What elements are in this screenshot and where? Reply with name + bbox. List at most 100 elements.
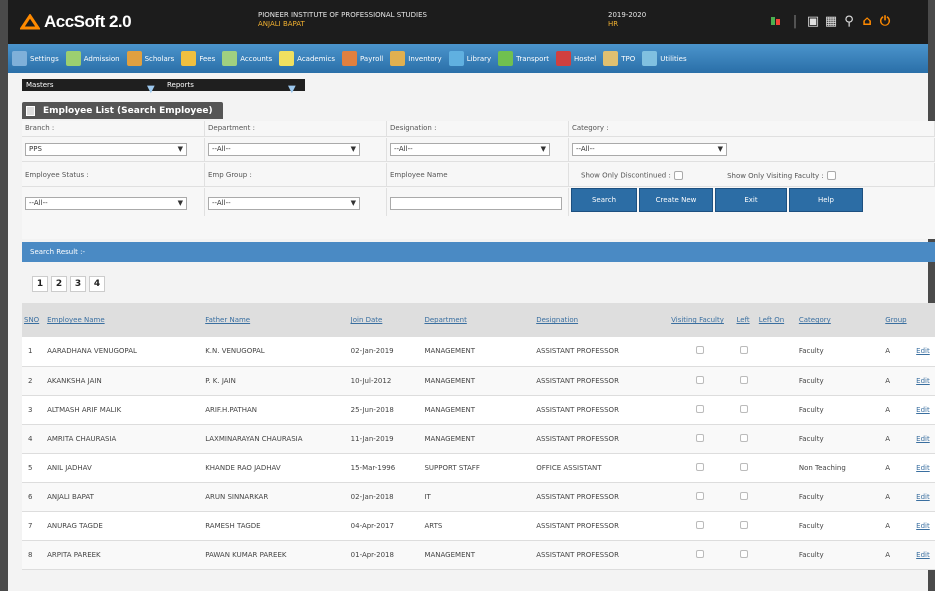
page-link-4[interactable]: 4 xyxy=(89,276,105,292)
cell-category-text: Faculty xyxy=(798,492,824,501)
col-group[interactable]: Group xyxy=(881,303,913,337)
col-designation[interactable]: Designation xyxy=(532,303,668,337)
col-category[interactable]: Category xyxy=(794,303,882,337)
left-checkbox[interactable] xyxy=(739,462,748,471)
menu-item-scholars[interactable]: Scholars xyxy=(126,51,174,66)
edit-link-text[interactable]: Edit xyxy=(916,377,930,385)
institute-name: PIONEER INSTITUTE OF PROFESSIONAL STUDIE… xyxy=(258,11,427,19)
col-father-name[interactable]: Father Name xyxy=(201,303,347,337)
page-link-2[interactable]: 2 xyxy=(51,276,67,292)
col-join-date[interactable]: Join Date xyxy=(346,303,421,337)
left-checkbox[interactable] xyxy=(739,520,748,529)
search-button[interactable]: Search xyxy=(571,188,637,212)
visiting-checkbox[interactable] xyxy=(695,346,704,355)
edit-link-text[interactable]: Edit xyxy=(916,522,930,530)
visiting-checkbox[interactable] xyxy=(695,462,704,471)
designation-select[interactable]: --All-- ▼ xyxy=(390,143,550,156)
menu-masters[interactable]: Masters ▼ xyxy=(22,81,163,95)
cell-sno-text: 4 xyxy=(28,434,33,443)
table-row: 5 ANIL JADHAV KHANDE RAO JADHAV 15-Mar-1996… xyxy=(22,453,935,483)
left-checkbox[interactable] xyxy=(739,346,748,355)
power-icon[interactable]: ⏻ xyxy=(878,14,892,29)
employee-name-input[interactable] xyxy=(390,197,562,210)
accounts-icon xyxy=(222,51,238,66)
cell-employee-name: ANJALI BAPAT xyxy=(43,482,202,512)
cell-group-text: A xyxy=(885,550,891,559)
edit-link-text[interactable]: Edit xyxy=(916,435,930,443)
menu-item-admission[interactable]: Admission xyxy=(65,51,120,66)
table-row: 6 ANJALI BAPAT ARUN SINNARKAR 02-Jan-2018 IT… xyxy=(22,482,935,512)
visiting-checkbox[interactable] xyxy=(695,491,704,500)
visiting-checkbox[interactable] xyxy=(695,549,704,558)
visiting-checkbox[interactable] xyxy=(826,171,836,180)
edit-link[interactable]: Edit xyxy=(912,395,935,425)
edit-link[interactable]: Edit xyxy=(912,540,935,570)
discontinued-checkbox[interactable] xyxy=(673,171,683,180)
edit-link[interactable]: Edit xyxy=(912,511,935,541)
cell-left-on xyxy=(754,366,795,396)
menu-label: Settings xyxy=(30,54,59,63)
edit-link-text[interactable]: Edit xyxy=(916,464,930,472)
col-left[interactable]: Left xyxy=(732,303,755,337)
menu-reports[interactable]: Reports ▼ xyxy=(163,81,304,95)
page-link-3[interactable]: 3 xyxy=(70,276,86,292)
left-checkbox[interactable] xyxy=(739,491,748,500)
edit-link[interactable]: Edit xyxy=(912,482,935,512)
visiting-checkbox[interactable] xyxy=(695,404,704,413)
col-employee-name[interactable]: Employee Name xyxy=(43,303,202,337)
left-checkbox[interactable] xyxy=(739,433,748,442)
table-row: 3 ALTMASH ARIF MALIK ARIF.H.PATHAN 25-Jun-2… xyxy=(22,395,935,425)
department-select[interactable]: --All-- ▼ xyxy=(208,143,360,156)
edit-link-text[interactable]: Edit xyxy=(916,347,930,355)
user-name: ANJALI BAPAT xyxy=(258,20,305,28)
edit-link[interactable]: Edit xyxy=(912,453,935,483)
status-select[interactable]: --All-- ▼ xyxy=(25,197,187,210)
cell-left xyxy=(732,337,755,367)
menu-item-transport[interactable]: Transport xyxy=(498,51,549,66)
visiting-checkbox[interactable] xyxy=(695,375,704,384)
col-department[interactable]: Department xyxy=(420,303,533,337)
cell-join-date-text: 02-Jan-2019 xyxy=(350,347,394,356)
branch-select[interactable]: PPS ▼ xyxy=(25,143,187,156)
menu-item-accounts[interactable]: Accounts xyxy=(222,51,272,66)
edit-link[interactable]: Edit xyxy=(912,366,935,396)
edit-link-text[interactable]: Edit xyxy=(916,406,930,414)
visiting-checkbox[interactable] xyxy=(695,520,704,529)
cell-left xyxy=(732,482,755,512)
page-link-1[interactable]: 1 xyxy=(32,276,48,292)
edit-link-text[interactable]: Edit xyxy=(916,493,930,501)
exit-button[interactable]: Exit xyxy=(715,188,787,212)
menu-item-inventory[interactable]: Inventory xyxy=(390,51,442,66)
tools-icon[interactable]: ⚲ xyxy=(842,14,856,29)
home-icon[interactable]: ▣ xyxy=(806,14,820,29)
left-checkbox[interactable] xyxy=(739,549,748,558)
menu-item-tpo[interactable]: TPO xyxy=(603,51,635,66)
menu-item-payroll[interactable]: Payroll xyxy=(342,51,383,66)
edit-link-text[interactable]: Edit xyxy=(916,551,930,559)
lights-icon[interactable] xyxy=(770,14,784,28)
home-alt-icon[interactable]: ⌂ xyxy=(860,14,874,29)
edit-link[interactable]: Edit xyxy=(912,337,935,367)
menu-item-settings[interactable]: Settings xyxy=(12,51,59,66)
menu-item-academics[interactable]: Academics xyxy=(279,51,335,66)
col-visiting-faculty[interactable]: Visiting Faculty xyxy=(667,303,733,337)
top-icons: | ▣ ▦ ⚲ ⌂ ⏻ xyxy=(770,14,892,29)
group-select[interactable]: --All-- ▼ xyxy=(208,197,360,210)
menu-item-utilities[interactable]: Utilities xyxy=(642,51,687,66)
group-value: --All-- xyxy=(212,199,231,207)
create-new-button[interactable]: Create New xyxy=(639,188,713,212)
cell-designation-text: OFFICE ASSISTANT xyxy=(536,463,602,472)
left-checkbox[interactable] xyxy=(739,404,748,413)
help-button[interactable]: Help xyxy=(789,188,863,212)
menu-item-fees[interactable]: Fees xyxy=(181,51,215,66)
col-sno[interactable]: SNO xyxy=(22,303,44,337)
edit-link[interactable]: Edit xyxy=(912,424,935,454)
col-left-on[interactable]: Left On xyxy=(754,303,795,337)
app-logo[interactable]: AccSoft 2.0 xyxy=(20,12,132,32)
menu-item-hostel[interactable]: Hostel xyxy=(556,51,596,66)
menu-item-library[interactable]: Library xyxy=(448,51,491,66)
left-checkbox[interactable] xyxy=(739,375,748,384)
print-icon[interactable]: ▦ xyxy=(824,14,838,29)
visiting-checkbox[interactable] xyxy=(695,433,704,442)
category-select[interactable]: --All-- ▼ xyxy=(572,143,727,156)
